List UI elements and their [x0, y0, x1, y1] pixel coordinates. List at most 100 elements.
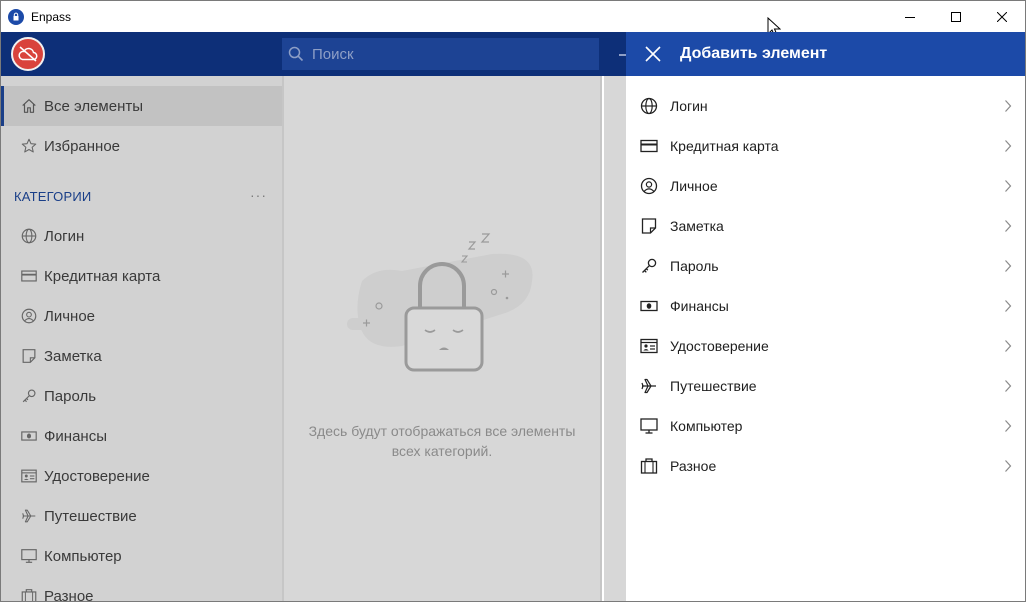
- chevron-right-icon: [1003, 139, 1013, 153]
- type-item-label: Заметка: [670, 218, 724, 234]
- sidebar-item-note[interactable]: Заметка: [1, 336, 282, 376]
- sync-status-button[interactable]: [11, 37, 45, 71]
- credit-card-icon: [639, 136, 659, 156]
- key-icon: [639, 256, 659, 276]
- search-box[interactable]: [282, 38, 599, 70]
- sidebar: Все элементы Избранное КАТЕГОРИИ ··· Лог…: [1, 76, 282, 602]
- sidebar-item-label: Путешествие: [44, 507, 137, 525]
- title-bar: Enpass: [1, 1, 1025, 32]
- sidebar-item-label: Разное: [44, 587, 94, 602]
- maximize-button[interactable]: [933, 1, 979, 32]
- type-item-label: Финансы: [670, 298, 729, 314]
- sleeping-lock-illustration: [347, 233, 533, 372]
- type-item-credit-card[interactable]: Кредитная карта: [626, 126, 1025, 166]
- type-item-password[interactable]: Пароль: [626, 246, 1025, 286]
- sidebar-item-password[interactable]: Пароль: [1, 376, 282, 416]
- sidebar-item-label: Удостоверение: [44, 467, 150, 485]
- sidebar-item-label: Все элементы: [44, 97, 144, 115]
- type-item-label: Компьютер: [670, 418, 743, 434]
- globe-icon: [20, 227, 38, 245]
- sidebar-item-label: Пароль: [44, 387, 97, 405]
- maximize-icon: [951, 11, 961, 22]
- sidebar-item-label: Заметка: [44, 347, 102, 365]
- type-item-label: Путешествие: [670, 378, 757, 394]
- sidebar-item-label: Компьютер: [44, 547, 122, 565]
- sidebar-item-login[interactable]: Логин: [1, 216, 282, 256]
- detail-pane: [604, 76, 626, 601]
- app-window: Enpass Все элементы: [0, 0, 1026, 602]
- app-header: [1, 32, 626, 76]
- window-title: Enpass: [31, 9, 72, 24]
- close-window-button[interactable]: [979, 1, 1025, 32]
- star-icon: [20, 137, 38, 155]
- type-item-label: Логин: [670, 98, 708, 114]
- sidebar-item-travel[interactable]: Путешествие: [1, 496, 282, 536]
- home-icon: [20, 97, 38, 115]
- key-icon: [20, 387, 38, 405]
- chevron-right-icon: [1003, 459, 1013, 473]
- sidebar-item-label: Финансы: [44, 427, 107, 445]
- sidebar-item-label: Личное: [44, 307, 96, 325]
- sidebar-item-label: Избранное: [44, 137, 121, 155]
- banknote-icon: [20, 427, 38, 445]
- empty-state-line-2: всех категорий.: [391, 443, 493, 459]
- item-type-list: Логин Кредитная карта Личное Заметка Пар: [626, 86, 1025, 486]
- person-icon: [639, 176, 659, 196]
- close-icon: [997, 11, 1007, 22]
- type-item-identity[interactable]: Удостоверение: [626, 326, 1025, 366]
- type-item-note[interactable]: Заметка: [626, 206, 1025, 246]
- search-input[interactable]: [312, 45, 572, 63]
- type-item-label: Удостоверение: [670, 338, 769, 354]
- id-card-icon: [639, 336, 659, 356]
- note-icon: [20, 347, 38, 365]
- type-item-label: Кредитная карта: [670, 138, 779, 154]
- chevron-right-icon: [1003, 99, 1013, 113]
- monitor-icon: [20, 547, 38, 565]
- sidebar-item-label: Логин: [44, 227, 85, 245]
- chevron-right-icon: [1003, 219, 1013, 233]
- type-item-label: Личное: [670, 178, 718, 194]
- sidebar-item-identity[interactable]: Удостоверение: [1, 456, 282, 496]
- airplane-icon: [20, 507, 38, 525]
- type-item-misc[interactable]: Разное: [626, 446, 1025, 486]
- person-icon: [20, 307, 38, 325]
- sidebar-item-favorites[interactable]: Избранное: [1, 126, 282, 166]
- type-item-label: Разное: [670, 458, 717, 474]
- panel-title: Добавить элемент: [680, 45, 828, 62]
- sidebar-item-all-items[interactable]: Все элементы: [1, 86, 282, 126]
- sidebar-item-personal[interactable]: Личное: [1, 296, 282, 336]
- window-controls: [887, 1, 1025, 32]
- airplane-icon: [639, 376, 659, 396]
- categories-more-button[interactable]: ···: [250, 187, 267, 203]
- banknote-icon: [639, 296, 659, 316]
- monitor-icon: [639, 416, 659, 436]
- sidebar-item-misc[interactable]: Разное: [1, 576, 282, 602]
- categories-header: КАТЕГОРИИ: [14, 189, 92, 204]
- cloud-off-icon: [18, 46, 38, 62]
- type-item-computer[interactable]: Компьютер: [626, 406, 1025, 446]
- briefcase-icon: [20, 587, 38, 602]
- close-panel-button[interactable]: [644, 45, 662, 63]
- sidebar-item-finance[interactable]: Финансы: [1, 416, 282, 456]
- type-item-personal[interactable]: Личное: [626, 166, 1025, 206]
- credit-card-icon: [20, 267, 38, 285]
- type-item-travel[interactable]: Путешествие: [626, 366, 1025, 406]
- panel-header: Добавить элемент: [626, 32, 1025, 76]
- id-card-icon: [20, 467, 38, 485]
- sidebar-item-label: Кредитная карта: [44, 267, 161, 285]
- chevron-right-icon: [1003, 259, 1013, 273]
- minimize-button[interactable]: [887, 1, 933, 32]
- note-icon: [639, 216, 659, 236]
- sidebar-item-computer[interactable]: Компьютер: [1, 536, 282, 576]
- briefcase-icon: [639, 456, 659, 476]
- chevron-right-icon: [1003, 379, 1013, 393]
- empty-state-message: Здесь будут отображаться все элементы вс…: [284, 421, 600, 461]
- chevron-right-icon: [1003, 179, 1013, 193]
- type-item-label: Пароль: [670, 258, 719, 274]
- minimize-icon: [905, 16, 915, 18]
- sidebar-item-credit-card[interactable]: Кредитная карта: [1, 256, 282, 296]
- empty-state-line-1: Здесь будут отображаться все элементы: [308, 423, 576, 439]
- type-item-finance[interactable]: Финансы: [626, 286, 1025, 326]
- add-item-panel: Добавить элемент Логин Кредитная карта Л…: [626, 32, 1025, 601]
- type-item-login[interactable]: Логин: [626, 86, 1025, 126]
